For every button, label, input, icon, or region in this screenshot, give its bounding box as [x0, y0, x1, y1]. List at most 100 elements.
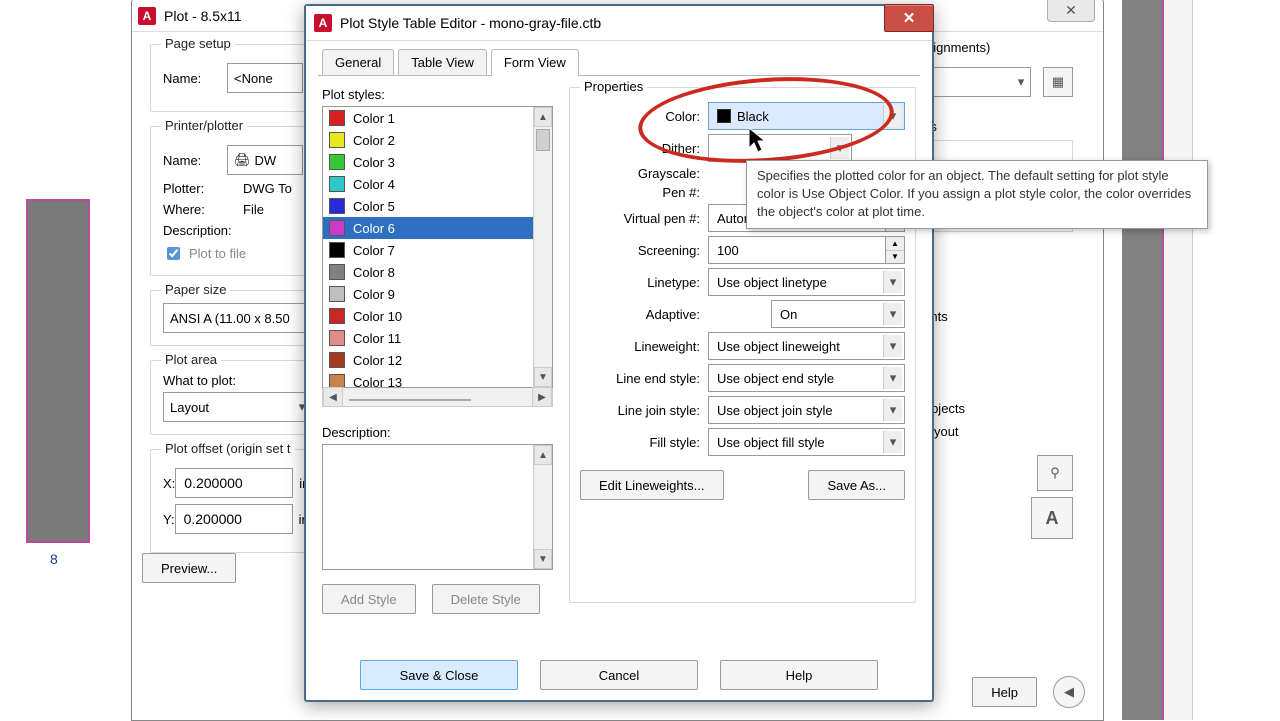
color-swatch-icon	[329, 308, 345, 324]
list-item-label: Color 12	[353, 353, 402, 368]
list-item[interactable]: Color 11	[323, 327, 533, 349]
page-setup-legend: Page setup	[161, 36, 235, 51]
list-item[interactable]: Color 13	[323, 371, 533, 387]
printer-name-combo[interactable]: 🖨 DW	[227, 145, 303, 175]
plotter-label: Plotter:	[163, 181, 243, 196]
list-item[interactable]: Color 10	[323, 305, 533, 327]
offset-y-input[interactable]	[175, 504, 293, 534]
cancel-button[interactable]: Cancel	[540, 660, 698, 690]
list-item[interactable]: Color 9	[323, 283, 533, 305]
linetype-combo[interactable]: Use object linetype▾	[708, 268, 905, 296]
option-text: eights	[913, 309, 1073, 324]
app-icon: A	[314, 14, 332, 32]
option-text: cy	[913, 332, 1073, 347]
grayscale-label: Grayscale:	[580, 166, 708, 181]
list-item[interactable]: Color 4	[323, 173, 533, 195]
list-item[interactable]: Color 2	[323, 129, 533, 151]
style-edit-button[interactable]: ▦	[1043, 67, 1073, 97]
editor-close-button[interactable]: ✕	[884, 4, 934, 32]
color-combo[interactable]: Black ▾	[708, 102, 905, 130]
scroll-left-icon[interactable]: ◀	[323, 387, 343, 407]
join-style-label: Line join style:	[580, 403, 708, 418]
page-setup-name-combo[interactable]: <None	[227, 63, 303, 93]
option-text: les	[913, 355, 1073, 370]
tab-general[interactable]: General	[322, 49, 394, 76]
assignments-label: assignments)	[913, 40, 1073, 55]
list-item-label: Color 1	[353, 111, 395, 126]
list-item[interactable]: Color 7	[323, 239, 533, 261]
fill-style-combo[interactable]: Use object fill style▾	[708, 428, 905, 456]
plot-help-button[interactable]: Help	[972, 677, 1037, 707]
editor-help-button[interactable]: Help	[720, 660, 878, 690]
chevron-down-icon: ▾	[883, 271, 902, 293]
screening-value: 100	[717, 243, 739, 258]
dither-combo[interactable]: ▾	[708, 134, 852, 162]
scroll-down-icon[interactable]: ▼	[534, 549, 552, 569]
list-item-label: Color 4	[353, 177, 395, 192]
chevron-down-icon: ▾	[883, 303, 902, 325]
save-as-button[interactable]: Save As...	[808, 470, 905, 500]
hscroll-thumb[interactable]	[349, 399, 471, 401]
list-hscrollbar[interactable]: ◀ ▶	[322, 388, 553, 407]
options-label: ions	[913, 119, 1073, 134]
plot-close-button[interactable]: ✕	[1047, 0, 1095, 22]
adaptive-combo[interactable]: On ▾	[771, 300, 905, 328]
thumbnail-preview	[26, 199, 90, 543]
chevron-down-icon: ▾	[883, 431, 902, 453]
option-text: nd	[913, 286, 1073, 301]
description-textarea[interactable]: ▲ ▼	[322, 444, 553, 570]
list-item[interactable]: Color 12	[323, 349, 533, 371]
edit-lineweights-button[interactable]: Edit Lineweights...	[580, 470, 724, 500]
save-and-close-button[interactable]: Save & Close	[360, 660, 518, 690]
scroll-down-icon[interactable]: ▼	[534, 367, 552, 387]
page-setup-name-value: <None	[234, 71, 273, 86]
plot-to-file-label: Plot to file	[189, 246, 246, 261]
screening-input[interactable]: 100	[708, 236, 886, 264]
option-text: e objects	[913, 401, 1073, 416]
offset-x-input[interactable]	[175, 468, 293, 498]
option-text: o layout	[913, 424, 1073, 439]
end-style-value: Use object end style	[717, 371, 834, 386]
list-item[interactable]: Color 5	[323, 195, 533, 217]
plot-styles-listbox[interactable]: Color 1 Color 2 Color 3 Color 4 Color 5 Color…	[322, 106, 553, 388]
list-scrollbar[interactable]: ▲ ▼	[533, 107, 552, 387]
paper-size-combo[interactable]: ANSI A (11.00 x 8.50	[163, 303, 325, 333]
stamp-button[interactable]: A	[1031, 497, 1073, 539]
add-style-button[interactable]: Add Style	[322, 584, 416, 614]
properties-legend: Properties	[580, 79, 647, 94]
preview-button[interactable]: Preview...	[142, 553, 236, 583]
screening-spinner[interactable]: ▲▼	[886, 236, 905, 264]
end-style-label: Line end style:	[580, 371, 708, 386]
list-item[interactable]: Color 1	[323, 107, 533, 129]
list-item[interactable]: Color 8	[323, 261, 533, 283]
list-item[interactable]: Color 6	[323, 217, 533, 239]
tab-table-view[interactable]: Table View	[398, 49, 487, 76]
adaptive-value: On	[780, 307, 797, 322]
scroll-thumb[interactable]	[536, 129, 550, 151]
lineweight-combo[interactable]: Use object lineweight▾	[708, 332, 905, 360]
collapse-button[interactable]: ◀	[1053, 676, 1085, 708]
color-swatch-icon	[329, 198, 345, 214]
vpen-label: Virtual pen #:	[580, 211, 708, 226]
layout-apply-button[interactable]: ⚲	[1037, 455, 1073, 491]
scroll-right-icon[interactable]: ▶	[532, 387, 552, 407]
printer-legend: Printer/plotter	[161, 118, 247, 133]
screening-label: Screening:	[580, 243, 708, 258]
list-item-label: Color 7	[353, 243, 395, 258]
list-item-label: Color 6	[353, 221, 395, 236]
join-style-combo[interactable]: Use object join style▾	[708, 396, 905, 424]
what-to-plot-combo[interactable]: Layout ▾	[163, 392, 313, 422]
list-item[interactable]: Color 3	[323, 151, 533, 173]
where-label: Where:	[163, 202, 243, 217]
end-style-combo[interactable]: Use object end style▾	[708, 364, 905, 392]
scroll-up-icon[interactable]: ▲	[534, 445, 552, 465]
delete-style-button[interactable]: Delete Style	[432, 584, 540, 614]
color-swatch-icon	[329, 220, 345, 236]
tab-form-view[interactable]: Form View	[491, 49, 579, 76]
where-value: File	[243, 202, 264, 217]
adaptive-label: Adaptive:	[580, 307, 708, 322]
editor-title: Plot Style Table Editor - mono-gray-file…	[340, 15, 601, 31]
scroll-up-icon[interactable]: ▲	[534, 107, 552, 127]
plot-to-file-checkbox[interactable]	[167, 247, 180, 260]
list-item-label: Color 3	[353, 155, 395, 170]
